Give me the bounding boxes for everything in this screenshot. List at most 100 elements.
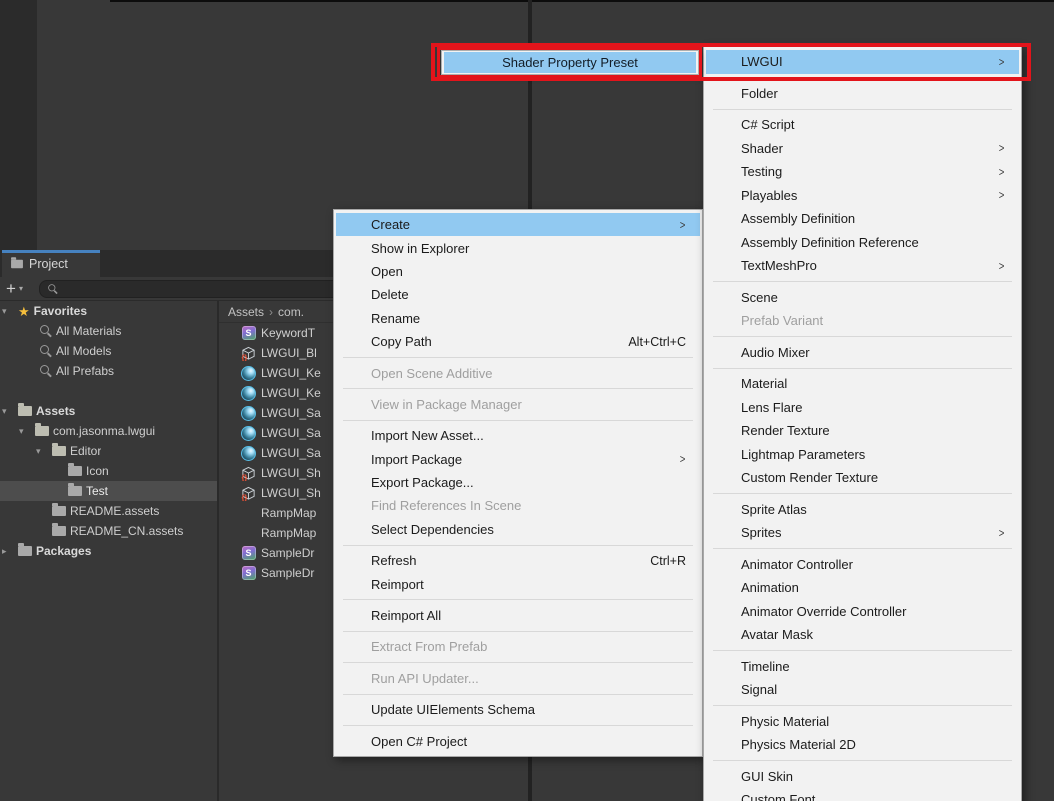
menu-item-animator-override-controller[interactable]: Animator Override Controller bbox=[706, 600, 1019, 624]
menu-separator bbox=[343, 694, 693, 695]
breadcrumb-segment-assets[interactable]: Assets bbox=[228, 305, 264, 319]
menu-separator bbox=[713, 77, 1012, 78]
menu-item-select-dependencies[interactable]: Select Dependencies bbox=[336, 518, 700, 541]
menu-item-sprites[interactable]: Sprites> bbox=[706, 521, 1019, 545]
menu-item-lightmap-parameters[interactable]: Lightmap Parameters bbox=[706, 443, 1019, 467]
menu-item-sprite-atlas[interactable]: Sprite Atlas bbox=[706, 498, 1019, 522]
project-tab-folder-icon bbox=[11, 259, 23, 268]
chevron-down-icon[interactable]: ▾ bbox=[19, 426, 35, 437]
menu-item-show-in-explorer[interactable]: Show in Explorer bbox=[336, 236, 700, 259]
tree-item-all-models[interactable]: All Models bbox=[0, 341, 218, 361]
menu-item-gui-skin[interactable]: GUI Skin bbox=[706, 765, 1019, 789]
menu-item-import-package[interactable]: Import Package> bbox=[336, 448, 700, 471]
menu-item-label: Material bbox=[741, 376, 787, 391]
menu-item-timeline[interactable]: Timeline bbox=[706, 655, 1019, 679]
menu-item-view-in-package-manager: View in Package Manager bbox=[336, 393, 700, 416]
chevron-down-icon[interactable]: ▾ bbox=[2, 406, 18, 417]
menu-item-label: Import Package bbox=[371, 452, 462, 467]
menu-item-animation[interactable]: Animation bbox=[706, 576, 1019, 600]
menu-item-material[interactable]: Material bbox=[706, 372, 1019, 396]
file-item-label: SampleDr bbox=[261, 566, 314, 580]
menu-item-scene[interactable]: Scene bbox=[706, 286, 1019, 310]
submenu-arrow-icon: > bbox=[999, 259, 1005, 273]
menu-item-avatar-mask[interactable]: Avatar Mask bbox=[706, 623, 1019, 647]
menu-item-lens-flare[interactable]: Lens Flare bbox=[706, 396, 1019, 420]
menu-item-c-script[interactable]: C# Script bbox=[706, 113, 1019, 137]
menu-item-delete[interactable]: Delete bbox=[336, 283, 700, 306]
tree-item-favorites[interactable]: ▾★Favorites bbox=[0, 301, 218, 321]
menu-item-custom-render-texture[interactable]: Custom Render Texture bbox=[706, 466, 1019, 490]
unity-editor-window: Project + ▾ ▾★FavoritesAll Materials All … bbox=[0, 0, 1054, 801]
tree-item-test[interactable]: Test bbox=[0, 481, 218, 501]
menu-item-import-new-asset[interactable]: Import New Asset... bbox=[336, 424, 700, 447]
menu-item-open-c-project[interactable]: Open C# Project bbox=[336, 729, 700, 752]
menu-item-refresh[interactable]: RefreshCtrl+R bbox=[336, 549, 700, 572]
create-dropdown-caret-icon[interactable]: ▾ bbox=[19, 284, 23, 293]
menu-item-label: Show in Explorer bbox=[371, 241, 469, 256]
menu-item-rename[interactable]: Rename bbox=[336, 307, 700, 330]
file-item-label: LWGUI_Ke bbox=[261, 386, 321, 400]
tree-item-packages[interactable]: ▸Packages bbox=[0, 541, 218, 561]
menu-item-physics-material-2d[interactable]: Physics Material 2D bbox=[706, 733, 1019, 757]
menu-item-playables[interactable]: Playables> bbox=[706, 184, 1019, 208]
menu-item-export-package[interactable]: Export Package... bbox=[336, 471, 700, 494]
tree-item-com-jasonma-lwgui[interactable]: ▾ com.jasonma.lwgui bbox=[0, 421, 218, 441]
chevron-down-icon[interactable]: ▾ bbox=[36, 446, 52, 457]
menu-item-lwgui[interactable]: LWGUI> bbox=[706, 50, 1019, 74]
file-icon-slot: {} bbox=[241, 346, 256, 361]
tab-project[interactable]: Project bbox=[2, 250, 100, 277]
menu-item-copy-path[interactable]: Copy PathAlt+Ctrl+C bbox=[336, 330, 700, 353]
menu-item-render-texture[interactable]: Render Texture bbox=[706, 419, 1019, 443]
tree-item-assets[interactable]: ▾Assets bbox=[0, 401, 218, 421]
tree-item-label: All Models bbox=[56, 344, 111, 358]
menu-item-testing[interactable]: Testing> bbox=[706, 160, 1019, 184]
menu-item-create[interactable]: Create> bbox=[336, 213, 700, 236]
menu-item-custom-font[interactable]: Custom Font bbox=[706, 788, 1019, 801]
menu-item-shader[interactable]: Shader> bbox=[706, 137, 1019, 161]
script-asset-icon: S bbox=[242, 566, 256, 580]
tree-item-label: com.jasonma.lwgui bbox=[53, 424, 155, 438]
menu-item-audio-mixer[interactable]: Audio Mixer bbox=[706, 341, 1019, 365]
menu-item-label: Copy Path bbox=[371, 334, 432, 349]
tree-item-readme-cn-assets[interactable]: README_CN.assets bbox=[0, 521, 218, 541]
menu-item-label: Assembly Definition Reference bbox=[741, 235, 919, 250]
menu-item-open[interactable]: Open bbox=[336, 260, 700, 283]
file-icon-slot: S bbox=[241, 546, 256, 561]
folder-icon bbox=[52, 506, 66, 516]
menu-separator bbox=[713, 281, 1012, 282]
menu-separator bbox=[343, 420, 693, 421]
menu-item-shader-property-preset[interactable]: Shader Property Preset bbox=[444, 52, 696, 73]
create-plus-icon[interactable]: + bbox=[6, 280, 16, 297]
tree-item-all-materials[interactable]: All Materials bbox=[0, 321, 218, 341]
menu-item-reimport[interactable]: Reimport bbox=[336, 572, 700, 595]
menu-separator bbox=[343, 662, 693, 663]
file-icon-slot bbox=[241, 446, 256, 461]
menu-item-label: Physic Material bbox=[741, 714, 829, 729]
menu-item-label: Render Texture bbox=[741, 423, 830, 438]
menu-item-signal[interactable]: Signal bbox=[706, 678, 1019, 702]
chevron-down-icon[interactable]: ▾ bbox=[2, 306, 18, 317]
breadcrumb-segment-package[interactable]: com. bbox=[278, 305, 304, 319]
tree-item-readme-assets[interactable]: README.assets bbox=[0, 501, 218, 521]
menu-item-update-uielements-schema[interactable]: Update UIElements Schema bbox=[336, 698, 700, 721]
tree-item-icon[interactable]: Icon bbox=[0, 461, 218, 481]
menu-item-animator-controller[interactable]: Animator Controller bbox=[706, 553, 1019, 577]
menu-separator bbox=[343, 545, 693, 546]
submenu-arrow-icon: > bbox=[999, 165, 1005, 179]
menu-item-reimport-all[interactable]: Reimport All bbox=[336, 604, 700, 627]
menu-item-textmeshpro[interactable]: TextMeshPro> bbox=[706, 254, 1019, 278]
menu-item-label: Signal bbox=[741, 682, 777, 697]
menu-item-folder[interactable]: Folder bbox=[706, 82, 1019, 106]
menu-item-label: Export Package... bbox=[371, 475, 474, 490]
tree-item-all-prefabs[interactable]: All Prefabs bbox=[0, 361, 218, 381]
tree-item-editor[interactable]: ▾Editor bbox=[0, 441, 218, 461]
chevron-right-icon[interactable]: ▸ bbox=[2, 546, 18, 557]
tree-item-label: Icon bbox=[86, 464, 109, 478]
search-icon bbox=[40, 345, 52, 357]
menu-separator bbox=[713, 109, 1012, 110]
menu-item-label: Prefab Variant bbox=[741, 313, 823, 328]
menu-separator bbox=[713, 705, 1012, 706]
menu-item-assembly-definition[interactable]: Assembly Definition bbox=[706, 207, 1019, 231]
menu-item-physic-material[interactable]: Physic Material bbox=[706, 710, 1019, 734]
menu-item-assembly-definition-reference[interactable]: Assembly Definition Reference bbox=[706, 231, 1019, 255]
